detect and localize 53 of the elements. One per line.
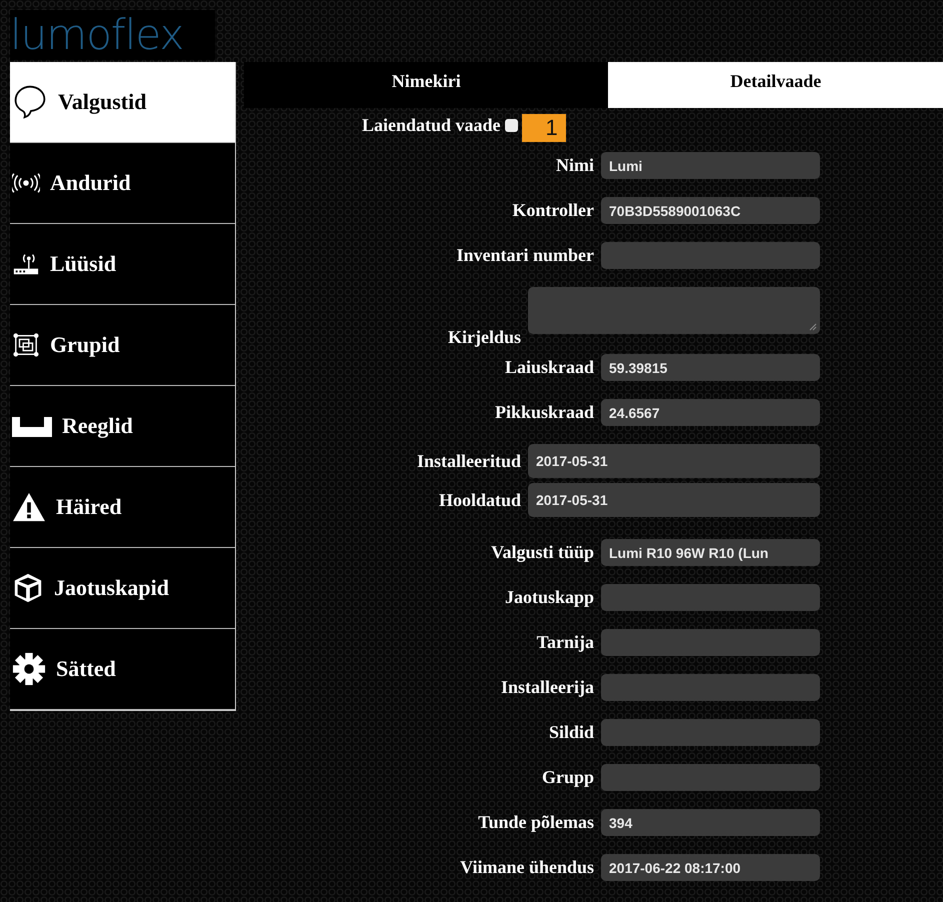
- text-area[interactable]: [528, 287, 820, 334]
- checkbox-label: Laiendatud vaade: [362, 114, 501, 136]
- sidebar-item[interactable]: Andurid: [10, 143, 235, 224]
- count-badge: 1: [522, 114, 566, 142]
- field-label: Nimi: [556, 155, 594, 176]
- field-label: Kontroller: [512, 200, 594, 221]
- field-label: Installeeritud: [416, 450, 521, 472]
- field-label: Hooldatud: [438, 490, 521, 510]
- sidebar-item[interactable]: Lüüsid: [10, 224, 235, 305]
- gear-icon: [12, 652, 46, 686]
- input-field[interactable]: [601, 719, 820, 746]
- resize-grip-icon: [809, 323, 817, 331]
- field-label: Tunde põlemas: [478, 812, 594, 833]
- field-label: Sildid: [548, 722, 594, 743]
- input-field[interactable]: Lumi R10 96W R10 (Lun: [601, 539, 820, 566]
- sidebar-item[interactable]: Reeglid: [10, 386, 235, 467]
- field-label: Inventari number: [456, 245, 594, 266]
- field-label: Pikkuskraad: [494, 402, 594, 423]
- input-field[interactable]: [601, 629, 820, 656]
- sidebar-item[interactable]: Valgustid: [10, 62, 235, 143]
- input-field[interactable]: [601, 674, 820, 701]
- field-label: Grupp: [542, 767, 594, 788]
- input-field[interactable]: [601, 764, 820, 791]
- field-label: Viimane ühendus: [460, 857, 594, 878]
- input-field[interactable]: 24.6567: [601, 399, 820, 426]
- field-label: Tarnija: [536, 632, 594, 653]
- cube-icon: [12, 572, 44, 604]
- field-label: Installeerija: [501, 677, 594, 698]
- input-field[interactable]: 394: [601, 809, 820, 836]
- field-label: Kirjeldus: [448, 327, 521, 348]
- input-field[interactable]: 2017-06-22 08:17:00: [601, 854, 820, 881]
- input-field[interactable]: [601, 242, 820, 269]
- sidebar-item[interactable]: Jaotuskapid: [10, 548, 235, 629]
- tab[interactable]: Nimekiri: [244, 62, 608, 108]
- input-field[interactable]: 2017-05-31: [528, 444, 820, 478]
- group-icon: [12, 332, 40, 358]
- sidebar-item[interactable]: Grupid: [10, 305, 235, 386]
- input-field[interactable]: [601, 584, 820, 611]
- bracket-icon: [12, 415, 52, 437]
- input-field[interactable]: 59.39815: [601, 354, 820, 381]
- field-label: Jaotuskapp: [504, 587, 594, 608]
- input-field[interactable]: 70B3D5589001063C: [601, 197, 820, 224]
- logo: lumoflex: [10, 14, 184, 56]
- warning-icon: [12, 492, 46, 522]
- checkbox[interactable]: [504, 118, 518, 132]
- field-label: Laiuskraad: [504, 357, 594, 378]
- sidebar-item[interactable]: Häired: [10, 467, 235, 548]
- input-field[interactable]: 2017-05-31: [528, 483, 820, 517]
- signal-icon: [12, 173, 40, 193]
- field-label: Valgusti tüüp: [491, 542, 594, 563]
- sidebar-item[interactable]: Sätted: [10, 629, 235, 710]
- input-field[interactable]: Lumi: [601, 152, 820, 179]
- tab[interactable]: Detailvaade: [608, 62, 943, 108]
